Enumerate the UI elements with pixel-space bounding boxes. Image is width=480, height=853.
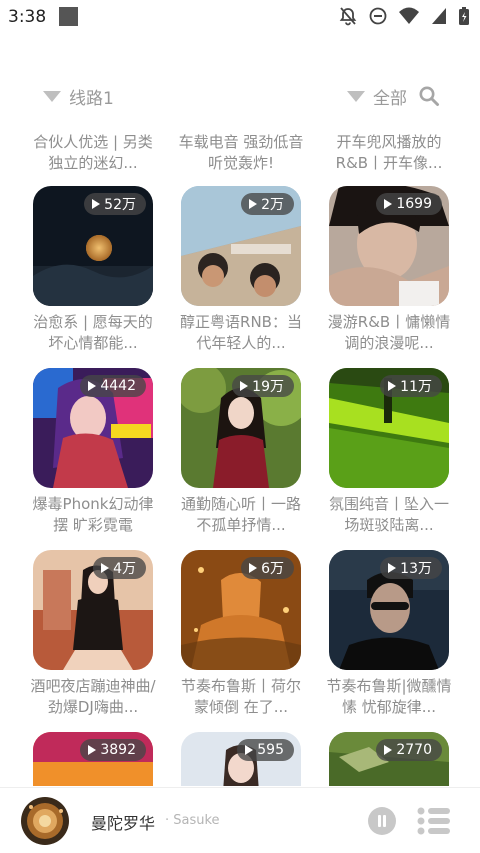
- playlist-card[interactable]: 52万 治愈系 | 愿每天的坏心情都能...: [33, 186, 153, 354]
- notifications-off-icon: [339, 7, 357, 26]
- play-icon: [92, 199, 101, 209]
- playlist-title[interactable]: 开车兜风播放的R&B丨开车像...: [323, 132, 455, 174]
- category-selector[interactable]: 全部: [347, 84, 407, 109]
- play-count-badge: 4442: [80, 375, 146, 397]
- play-icon: [249, 199, 258, 209]
- playlist-cover[interactable]: 595: [181, 732, 301, 786]
- play-icon: [388, 381, 397, 391]
- wifi-icon: [399, 7, 419, 24]
- play-icon: [88, 745, 97, 755]
- play-count: 2万: [261, 197, 284, 213]
- playlist-cover[interactable]: 2770: [329, 732, 449, 786]
- playlist-title[interactable]: 爆毒Phonk幻动律摆 旷彩霓電: [27, 494, 159, 536]
- route-label: 线路1: [69, 89, 114, 109]
- playlist-cover[interactable]: 1699: [329, 186, 449, 306]
- play-count-badge: 2770: [376, 739, 442, 761]
- play-count: 4442: [100, 378, 136, 394]
- playlist-title[interactable]: 醇正粤语RNB：当代年轻人的...: [175, 312, 307, 354]
- play-count-badge: 13万: [380, 557, 442, 579]
- scrolled-titles-row: 合伙人优选 | 另类独立的迷幻... 车载电音 强劲低音 听觉轰炸! 开车兜风播…: [0, 128, 480, 176]
- playlist-cover[interactable]: 4万: [33, 550, 153, 670]
- playlist-card[interactable]: 2770: [329, 732, 449, 786]
- pause-icon[interactable]: [368, 807, 396, 835]
- now-playing-artist: · Sasuke: [165, 813, 220, 828]
- playlist-title[interactable]: 节奏布鲁斯|微醺情愫 忧郁旋律...: [323, 676, 455, 718]
- play-icon: [88, 381, 97, 391]
- play-count: 52万: [104, 197, 136, 213]
- playlist-card[interactable]: 6万 节奏布鲁斯丨荷尔蒙倾倒 在了...: [181, 550, 301, 718]
- play-icon: [101, 563, 110, 573]
- search-icon[interactable]: [418, 85, 440, 107]
- play-count: 595: [257, 742, 284, 758]
- playlist-cover[interactable]: 4442: [33, 368, 153, 488]
- playlist-icon[interactable]: [417, 807, 450, 835]
- notification-app-icon: [59, 7, 78, 26]
- status-icons: [338, 6, 470, 26]
- playlist-card[interactable]: 4442 爆毒Phonk幻动律摆 旷彩霓電: [33, 368, 153, 536]
- playlist-card[interactable]: 13万 节奏布鲁斯|微醺情愫 忧郁旋律...: [326, 550, 452, 718]
- status-bar: 3:38: [0, 0, 480, 36]
- playlist-title[interactable]: 漫游R&B丨慵懒情调的浪漫呢...: [323, 312, 455, 354]
- playlist-title[interactable]: 合伙人优选 | 另类独立的迷幻...: [27, 132, 159, 174]
- category-label: 全部: [373, 89, 407, 109]
- play-icon: [384, 199, 393, 209]
- playlist-cover[interactable]: 11万: [329, 368, 449, 488]
- playlist-cover[interactable]: 3892: [33, 732, 153, 786]
- play-count: 11万: [400, 379, 432, 395]
- play-count: 13万: [400, 561, 432, 577]
- playlist-title[interactable]: 酒吧夜店蹦迪神曲/劲爆DJ嗨曲...: [27, 676, 159, 718]
- play-count: 4万: [113, 561, 136, 577]
- playlist-cover[interactable]: 2万: [181, 186, 301, 306]
- playlist-cover[interactable]: 6万: [181, 550, 301, 670]
- play-count-badge: 52万: [84, 193, 146, 215]
- play-count-badge: 4万: [93, 557, 146, 579]
- playlist-card[interactable]: 3892: [33, 732, 153, 786]
- play-count-badge: 19万: [232, 375, 294, 397]
- battery-icon: [459, 7, 469, 25]
- play-count: 1699: [396, 196, 432, 212]
- signal-icon: [432, 8, 446, 24]
- triangle-down-icon: [43, 91, 61, 102]
- playlist-grid: 52万 治愈系 | 愿每天的坏心情都能... 2万 醇正粤语RNB：当代年轻人的…: [0, 186, 480, 786]
- play-icon: [245, 745, 254, 755]
- status-time: 3:38: [8, 7, 47, 27]
- playlist-title[interactable]: 通勤随心听丨一路不孤单抒情...: [175, 494, 307, 536]
- play-count-badge: 1699: [376, 193, 442, 215]
- album-cover[interactable]: [21, 797, 69, 845]
- playlist-card[interactable]: 595: [181, 732, 301, 786]
- now-playing-title: 曼陀罗华: [91, 814, 156, 833]
- filter-bar: 线路1 全部: [0, 82, 480, 112]
- play-count-badge: 2万: [241, 193, 294, 215]
- playlist-title[interactable]: 氛围纯音丨坠入一场斑驳陆离...: [323, 494, 455, 536]
- play-count: 3892: [100, 742, 136, 758]
- playlist-cover[interactable]: 52万: [33, 186, 153, 306]
- playlist-card[interactable]: 1699 漫游R&B丨慵懒情调的浪漫呢...: [328, 186, 450, 354]
- playlist-title[interactable]: 节奏布鲁斯丨荷尔蒙倾倒 在了...: [175, 676, 307, 718]
- play-icon: [240, 381, 249, 391]
- play-count: 6万: [261, 561, 284, 577]
- play-count: 19万: [252, 379, 284, 395]
- play-count-badge: 6万: [241, 557, 294, 579]
- playlist-cover[interactable]: 19万: [181, 368, 301, 488]
- play-icon: [384, 745, 393, 755]
- playlist-card[interactable]: 11万 氛围纯音丨坠入一场斑驳陆离...: [329, 368, 449, 536]
- playlist-card[interactable]: 4万 酒吧夜店蹦迪神曲/劲爆DJ嗨曲...: [30, 550, 156, 718]
- route-selector[interactable]: 线路1: [43, 84, 114, 109]
- play-count-badge: 595: [237, 739, 294, 761]
- triangle-down-icon: [347, 91, 365, 102]
- playlist-title[interactable]: 治愈系 | 愿每天的坏心情都能...: [27, 312, 159, 354]
- playlist-title[interactable]: 车载电音 强劲低音 听觉轰炸!: [175, 132, 307, 174]
- do-not-disturb-icon: [369, 7, 387, 25]
- playlist-card[interactable]: 19万 通勤随心听丨一路不孤单抒情...: [181, 368, 301, 536]
- play-icon: [249, 563, 258, 573]
- play-count: 2770: [396, 742, 432, 758]
- play-icon: [388, 563, 397, 573]
- playlist-cover[interactable]: 13万: [329, 550, 449, 670]
- playlist-card[interactable]: 2万 醇正粤语RNB：当代年轻人的...: [180, 186, 302, 354]
- play-count-badge: 11万: [380, 375, 442, 397]
- play-count-badge: 3892: [80, 739, 146, 761]
- mini-player[interactable]: 曼陀罗华 · Sasuke: [0, 787, 480, 853]
